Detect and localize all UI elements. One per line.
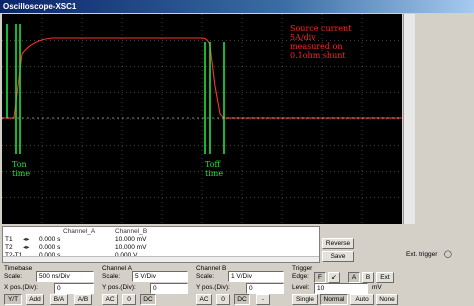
trigger-level-label: Level: xyxy=(292,284,310,291)
timebase-scale-field[interactable]: 500 ns/Div xyxy=(36,271,94,282)
channel-a-dc-button[interactable]: DC xyxy=(140,294,156,305)
cursor-arrows-icon[interactable]: ◂▸ xyxy=(23,236,37,244)
channel-a-group: Channel A Scale: 5 V/Div Y pos.(Div): 0 … xyxy=(100,265,192,306)
trigger-edge-falling-icon[interactable]: ↙ xyxy=(328,272,340,283)
reverse-button[interactable]: Reverse xyxy=(322,238,354,249)
trigger-level-field[interactable]: 10 xyxy=(314,283,368,294)
annotation-toff-time: Toff time xyxy=(205,160,224,178)
annotation-ton-time: Ton time xyxy=(12,160,31,178)
channel-b-dc-button[interactable]: DC xyxy=(234,294,250,305)
ext-trigger-label: Ext. trigger xyxy=(406,251,438,258)
ext-trigger-radio-icon[interactable]: ◯ xyxy=(444,250,452,258)
trigger-single-button[interactable]: Single xyxy=(292,294,318,305)
channel-b-ac-button[interactable]: AC xyxy=(196,294,212,305)
trigger-source-a-button[interactable]: A xyxy=(348,272,360,283)
channel-b-zero-button[interactable]: 0 xyxy=(216,294,230,305)
channel-b-scale-field[interactable]: 1 V/Div xyxy=(228,271,284,282)
trigger-edge-rising-button[interactable]: F xyxy=(314,272,326,283)
channel-a-zero-button[interactable]: 0 xyxy=(122,294,136,305)
trigger-normal-button[interactable]: Normal xyxy=(320,294,348,305)
channel-a-ypos-label: Y pos.(Div): xyxy=(102,284,136,291)
horizontal-scrollbar[interactable] xyxy=(3,256,319,262)
row-label: T1 xyxy=(5,236,13,243)
trigger-edge-label: Edge: xyxy=(292,273,309,280)
channel-a-ac-button[interactable]: AC xyxy=(102,294,118,305)
timebase-xpos-label: X pos.(Div): xyxy=(4,284,38,291)
timebase-group: Timebase Scale: 500 ns/Div X pos.(Div): … xyxy=(2,265,97,306)
channel-a-scale-label: Scale: xyxy=(102,273,121,280)
channel-b-group: Channel B Scale: 1 V/Div Y pos.(Div): 0 … xyxy=(194,265,288,306)
channel-b-ypos-field[interactable]: 0 xyxy=(246,283,284,294)
scope-screen: Source current 5A/div measured on 0.1ohm… xyxy=(2,14,402,224)
channel-a-ypos-field[interactable]: 0 xyxy=(150,283,188,294)
header-channel-b: Channel_B xyxy=(115,228,148,235)
mode-ba-button[interactable]: B/A xyxy=(50,294,68,305)
channel-b-scale-label: Scale: xyxy=(196,273,215,280)
row-channel-b: 10.000 mV xyxy=(115,236,147,243)
row-label: T2 xyxy=(5,244,13,251)
trigger-level-unit: mV xyxy=(372,284,382,291)
timebase-scale-label: Scale: xyxy=(4,273,23,280)
row-time: 0.000 s xyxy=(39,236,61,243)
trigger-none-button[interactable]: None xyxy=(376,294,398,305)
row-time: 0.000 s xyxy=(39,244,61,251)
timebase-xpos-field[interactable]: 0 xyxy=(54,283,94,294)
measurement-table: Channel_A Channel_B T1 ◂▸ 0.000 s 10.000… xyxy=(2,226,320,263)
row-channel-b: 10.000 mV xyxy=(115,244,147,251)
cursor-arrows-icon[interactable]: ◂▸ xyxy=(23,244,37,252)
window-title: Oscilloscope-XSC1 xyxy=(0,0,474,13)
channel-a-scale-field[interactable]: 5 V/Div xyxy=(132,271,188,282)
mode-yt-button[interactable]: Y/T xyxy=(4,294,22,305)
right-panel xyxy=(416,14,474,224)
save-button[interactable]: Save xyxy=(322,251,354,262)
annotation-source-current: Source current 5A/div measured on 0.1ohm… xyxy=(290,24,352,60)
vertical-scrollbar[interactable] xyxy=(403,14,415,224)
trigger-auto-button[interactable]: Auto xyxy=(350,294,374,305)
channel-b-invert-button[interactable]: - xyxy=(256,294,270,305)
trigger-group: Trigger Edge: F ↙ A B Ext Level: 10 mV S… xyxy=(290,265,472,306)
mode-add-button[interactable]: Add xyxy=(26,294,44,305)
trace-channel-a xyxy=(6,24,225,154)
channel-b-ypos-label: Y pos.(Div): xyxy=(196,284,230,291)
mode-ab-button[interactable]: A/B xyxy=(74,294,92,305)
